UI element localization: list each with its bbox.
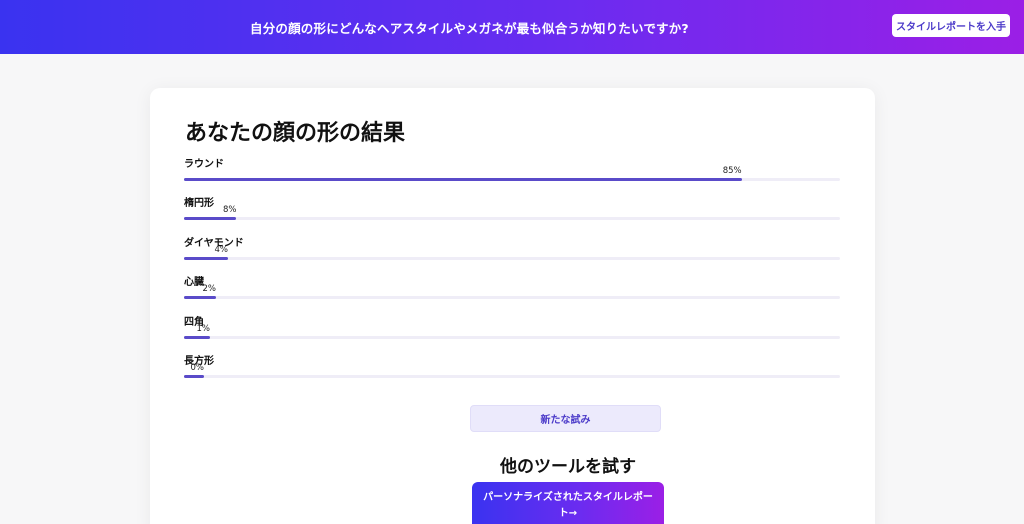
face-shape-row: ダイヤモンド 4% xyxy=(184,234,840,264)
face-shape-progress-fill xyxy=(184,217,237,221)
face-shape-label: 心臓 xyxy=(184,277,204,289)
face-shape-progress-track xyxy=(184,217,840,221)
face-shape-percent: 0% xyxy=(190,363,205,373)
face-shape-progress-track xyxy=(184,375,840,378)
face-shape-progress-fill xyxy=(184,296,216,300)
face-shape-label: 楕円形 xyxy=(184,198,214,210)
face-shape-row: 心臓 2% xyxy=(184,273,840,303)
promo-banner-text: 自分の顔の形にどんなヘアスタイルやメガネが最も似合うか知りたいですか? xyxy=(250,21,689,36)
face-shape-percent: 85% xyxy=(722,166,742,176)
face-shape-percent: 4% xyxy=(214,244,229,255)
report-button-line-1: パーソナライズされたスタイルレポー xyxy=(483,492,653,503)
face-shape-percent: 8% xyxy=(222,205,237,216)
face-shape-label: ラウンド xyxy=(184,159,224,170)
face-shape-progress-track xyxy=(184,335,840,339)
face-shape-progress-track xyxy=(184,178,840,181)
other-tools-title-text: 他のツールを試す xyxy=(500,457,636,477)
face-shape-percent: 1% xyxy=(196,323,211,334)
face-shape-progress-track xyxy=(184,296,840,300)
personalized-style-report-button[interactable]: パーソナライズされたスタイルレポー ト→ xyxy=(472,482,664,524)
get-style-report-button[interactable]: スタイルレポートを入手 xyxy=(892,14,1010,37)
promo-banner: 自分の顔の形にどんなヘアスタイルやメガネが最も似合うか知りたいですか? スタイル… xyxy=(0,0,1024,54)
face-shape-progress-fill xyxy=(184,375,204,378)
face-shape-progress-track xyxy=(184,256,840,260)
face-shape-progress-fill xyxy=(184,256,228,260)
face-shape-row: ラウンド 85% xyxy=(184,155,840,185)
other-tools-title: 他のツールを試す xyxy=(0,452,1024,477)
face-shape-row: 長方形 0% xyxy=(184,352,840,382)
face-shape-progress-fill xyxy=(184,178,742,181)
results-title: あなたの顔の形の結果 xyxy=(185,121,406,146)
face-shape-percent: 2% xyxy=(202,284,217,295)
face-shape-row: 楕円形 8% xyxy=(184,194,840,224)
face-shape-row: 四角 1% xyxy=(184,313,840,343)
face-shape-progress-fill xyxy=(184,335,210,339)
report-button-line-2: ト→ xyxy=(558,508,578,519)
try-again-button[interactable]: 新たな試み xyxy=(470,405,661,432)
